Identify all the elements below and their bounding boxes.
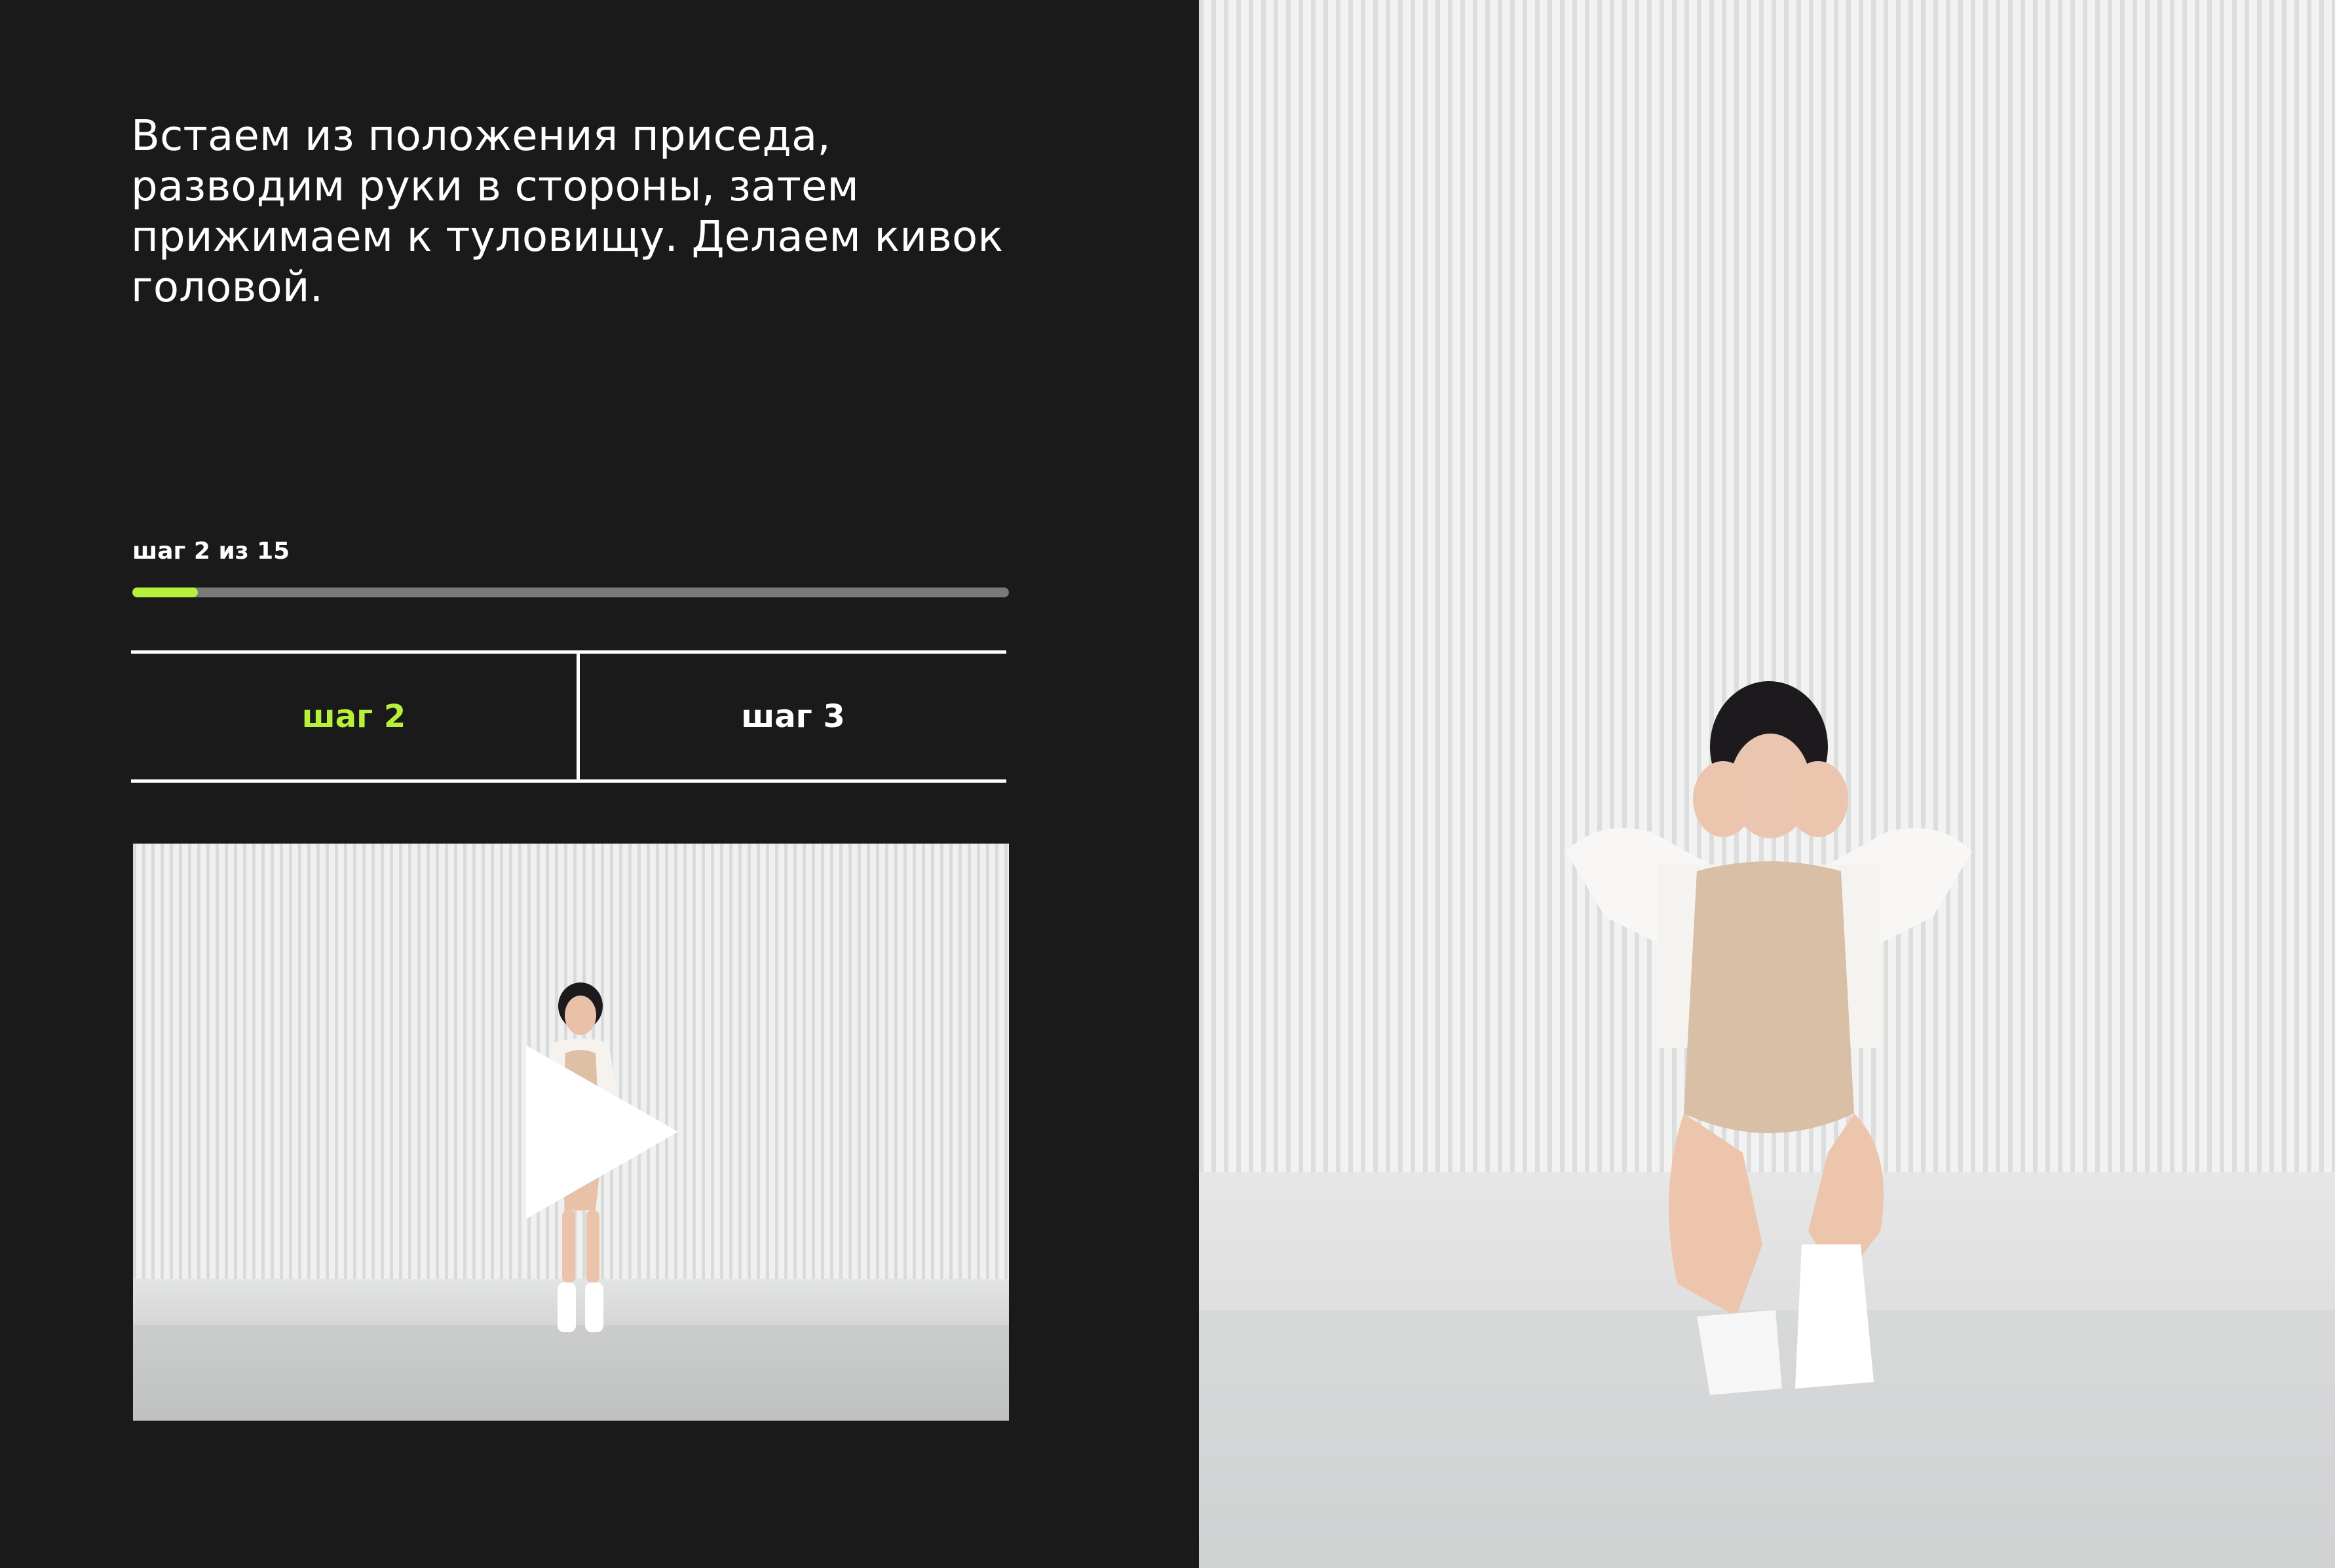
tab-step-3[interactable]: шаг 3 (580, 654, 1006, 779)
tab-step-2[interactable]: шаг 2 (131, 654, 580, 779)
progress-bar (132, 588, 1009, 597)
lesson-panel: Встаем из положения приседа, разводим ру… (0, 0, 1199, 1568)
dance-lesson-screen: Встаем из положения приседа, разводим ру… (0, 0, 2335, 1568)
step-tabs: шаг 2 шаг 3 (131, 650, 1006, 783)
main-video-frame (1199, 0, 2335, 1568)
preview-frame (133, 844, 1009, 1421)
step-instruction: Встаем из положения приседа, разводим ру… (131, 112, 1004, 312)
step-video-preview[interactable] (133, 844, 1009, 1421)
main-video[interactable] (1199, 0, 2335, 1568)
step-counter: шаг 2 из 15 (132, 538, 290, 565)
progress-fill (132, 588, 199, 597)
